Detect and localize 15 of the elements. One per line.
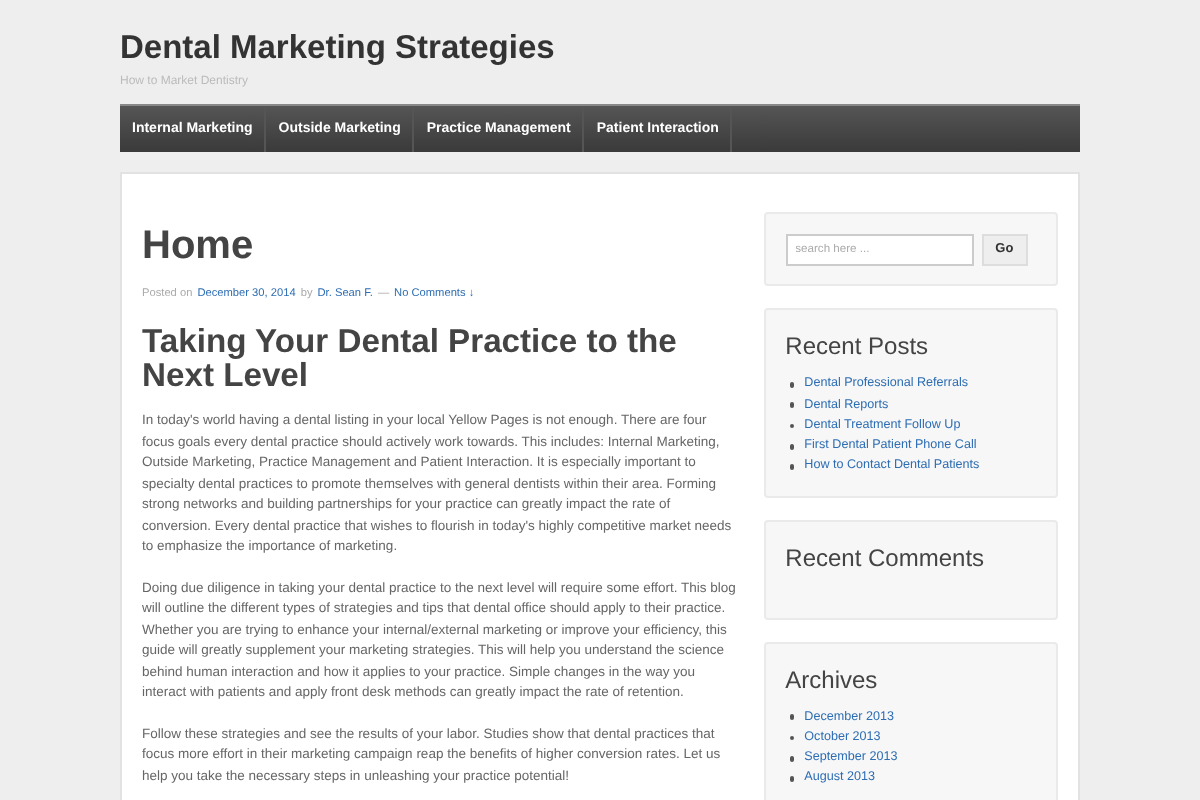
- widget-title: Recent Posts: [785, 330, 931, 363]
- site-title[interactable]: Dental Marketing Strategies: [120, 28, 1080, 68]
- page-title: Home: [142, 222, 256, 270]
- widget-title: Recent Comments: [785, 541, 987, 574]
- bullet-icon: [789, 402, 795, 408]
- post-heading: Taking Your Dental Practice to the Next Level: [142, 326, 679, 392]
- bullet-icon: [789, 423, 795, 429]
- bullet-icon: [789, 464, 795, 470]
- bullet-icon: [789, 756, 795, 762]
- bullet-icon: [789, 714, 795, 720]
- widget-title: Archives: [785, 663, 880, 696]
- bullet-icon: [789, 735, 795, 741]
- bullet-icon: [789, 444, 795, 450]
- bullet-icon: [789, 382, 795, 388]
- bullet-icon: [789, 776, 795, 782]
